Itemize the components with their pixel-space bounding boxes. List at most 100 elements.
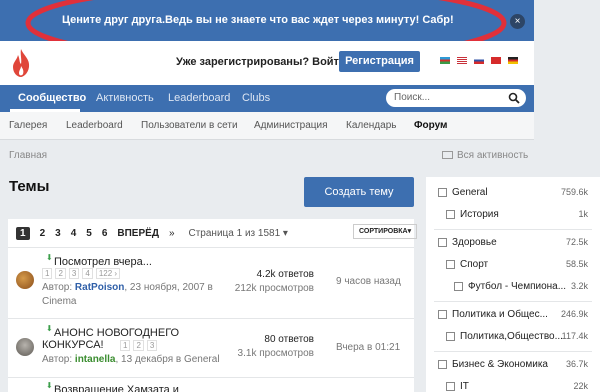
topic-page-link[interactable]: 3 [146, 340, 158, 351]
language-flags [440, 57, 518, 64]
replies-count: 4.2k ответов [256, 269, 314, 280]
topic-title-cont[interactable]: КОНКУРСА! [42, 339, 104, 351]
search-input[interactable]: Поиск... [386, 89, 526, 107]
category-item[interactable]: Футбол - Чемпиона... 3.2k [426, 279, 600, 299]
category-name: IT [460, 381, 469, 392]
table-row: ⬇ Возвращение Хамзата и [8, 378, 414, 392]
topic-pages: 1 2 3 4 122 › [42, 268, 121, 279]
page-2[interactable]: 2 [40, 228, 46, 239]
topic-title[interactable]: Посмотрел вчера... [54, 256, 152, 268]
category-checkbox[interactable] [438, 238, 447, 247]
divider [434, 301, 592, 302]
views-count: 212k просмотров [234, 283, 314, 294]
views-count: 3.1k просмотров [237, 348, 314, 359]
subnav-leaderboard[interactable]: Leaderboard [66, 120, 123, 131]
topic-page-link[interactable]: 1 [42, 268, 53, 279]
sign-in-label: Уже зарегистрированы? Войти [176, 56, 346, 68]
author-link[interactable]: RatPoison [75, 282, 124, 293]
nav-clubs[interactable]: Clubs [242, 92, 270, 104]
topic-page-link[interactable]: 1 [120, 340, 131, 351]
category-name: Политика,Общество... [460, 331, 563, 342]
subnav-online-users[interactable]: Пользователи в сети [141, 120, 238, 131]
pin-icon: ⬇ [46, 324, 53, 333]
breadcrumb[interactable]: Главная [9, 150, 47, 161]
nav-activity[interactable]: Активность [96, 92, 154, 104]
topic-page-link[interactable]: 4 [82, 268, 93, 279]
sign-in-link[interactable]: Уже зарегистрированы? Войти▾ [176, 56, 352, 68]
topic-page-link[interactable]: 2 [133, 340, 144, 351]
flame-logo-icon[interactable] [10, 48, 32, 78]
page-gutter [534, 0, 600, 140]
table-row: ⬇ Посмотрел вчера... 1 2 3 4 122 › Автор… [8, 248, 414, 316]
topic-page-link[interactable]: 2 [55, 268, 66, 279]
flag-turkey-icon[interactable] [491, 57, 501, 64]
subnav-staff[interactable]: Администрация [254, 120, 328, 131]
category-item[interactable]: IT 22k [426, 379, 600, 392]
replies-count: 80 ответов [264, 334, 314, 345]
category-checkbox[interactable] [438, 188, 447, 197]
subnav-gallery[interactable]: Галерея [9, 120, 47, 131]
subnav-calendar[interactable]: Календарь [346, 120, 396, 131]
avatar[interactable] [16, 338, 34, 356]
topic-forum[interactable]: Cinema [42, 296, 76, 307]
meta-prefix: Автор: [42, 282, 75, 293]
avatar[interactable] [16, 271, 34, 289]
category-count: 22k [573, 381, 588, 391]
topic-title[interactable]: АНОНС НОВОГОДНЕГО [54, 327, 179, 339]
last-post-time[interactable]: 9 часов назад [336, 276, 401, 287]
topic-title[interactable]: Возвращение Хамзата и [54, 384, 179, 392]
category-item[interactable]: История 1k [426, 207, 600, 227]
category-checkbox[interactable] [438, 360, 447, 369]
meta-date: , 23 ноября, 2007 в [124, 282, 213, 293]
category-item[interactable]: Здоровье 72.5k [426, 235, 600, 255]
announcement-text: Цените друг друга.Ведь вы не знаете что … [62, 14, 454, 26]
flag-usa-icon[interactable] [457, 57, 467, 64]
all-activity-link[interactable]: Вся активность [442, 150, 528, 161]
all-activity-label: Вся активность [457, 150, 529, 161]
flag-azerbaijan-icon[interactable] [440, 57, 450, 64]
category-item[interactable]: General 759.6k [426, 185, 600, 205]
category-checkbox[interactable] [446, 382, 455, 391]
search-icon[interactable] [508, 92, 520, 104]
category-name: General [452, 187, 488, 198]
subnav-forum[interactable]: Форум [414, 120, 447, 131]
category-checkbox[interactable] [454, 282, 463, 291]
category-checkbox[interactable] [438, 310, 447, 319]
sort-button[interactable]: СОРТИРОВКА▾ [353, 224, 418, 239]
nav-community[interactable]: Сообщество [18, 92, 86, 104]
flag-russia-icon[interactable] [474, 57, 484, 64]
category-checkbox[interactable] [446, 260, 455, 269]
category-item[interactable]: Бизнес & Экономика 36.7k [426, 357, 600, 377]
sub-nav: Галерея Leaderboard Пользователи в сети … [0, 112, 534, 140]
last-post-time[interactable]: Вчера в 01:21 [336, 342, 400, 353]
category-item[interactable]: Политика,Общество... 117.4k [426, 329, 600, 349]
category-count: 36.7k [565, 359, 588, 369]
category-checkbox[interactable] [446, 332, 455, 341]
page-6[interactable]: 6 [102, 228, 108, 239]
category-item[interactable]: Спорт 58.5k [426, 257, 600, 277]
page-title: Темы [9, 178, 50, 195]
author-link[interactable]: intanella [75, 354, 116, 365]
category-count: 117.4k [561, 331, 588, 341]
create-topic-button[interactable]: Создать тему [304, 177, 414, 207]
category-checkbox[interactable] [446, 210, 455, 219]
page-1[interactable]: 1 [16, 226, 30, 240]
last-page-icon[interactable]: » [169, 228, 175, 239]
nav-leaderboard[interactable]: Leaderboard [168, 92, 230, 104]
page-4[interactable]: 4 [71, 228, 77, 239]
close-icon[interactable]: × [510, 14, 525, 29]
chevron-down-icon: ▾ [282, 227, 288, 239]
topic-page-link[interactable]: 122 › [95, 268, 121, 279]
page-5[interactable]: 5 [86, 228, 92, 239]
flag-germany-icon[interactable] [508, 57, 518, 64]
category-item[interactable]: Политика и Общес... 246.9k [426, 307, 600, 327]
page-3[interactable]: 3 [55, 228, 61, 239]
topic-list: 1 2 3 4 5 6 ВПЕРЁД » Страница 1 из 1581 … [8, 219, 418, 392]
category-count: 58.5k [565, 259, 588, 269]
register-button[interactable]: Регистрация [339, 51, 420, 72]
divider [434, 229, 592, 230]
next-page-button[interactable]: ВПЕРЁД [117, 228, 159, 239]
page-jump[interactable]: Страница 1 из 1581 ▾ [189, 228, 288, 239]
page-info: Страница 1 из 1581 [188, 227, 281, 239]
topic-page-link[interactable]: 3 [68, 268, 80, 279]
